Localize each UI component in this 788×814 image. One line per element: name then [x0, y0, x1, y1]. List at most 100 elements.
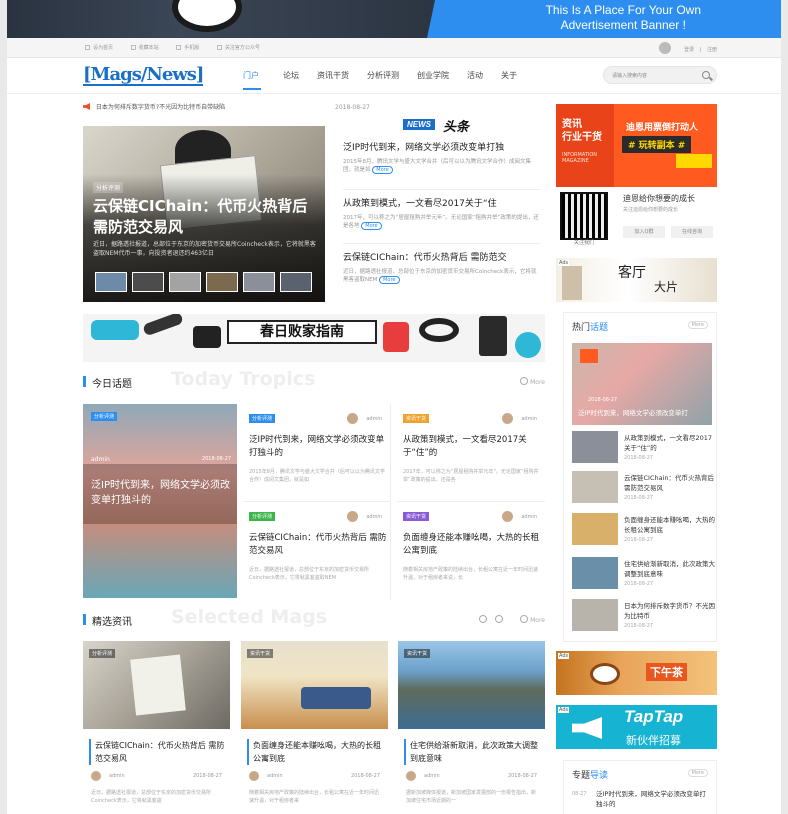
featured-card[interactable]: 资讯干货 住宅供给渐新取消，此次政策大调整到底意味 admin 2018-08-… — [398, 641, 545, 811]
search-input[interactable]: 请输入搜索内容 — [603, 66, 717, 84]
hero-slider[interactable]: 分析评测 云保链CIChain：代币火热背后 需防范交易风 近日，据路透社报道，… — [83, 126, 325, 302]
hot-item-thumb[interactable] — [572, 599, 618, 631]
featured-card[interactable]: 分析评测 云保链CIChain：代币火热背后 需防范交易风 admin 2018… — [83, 641, 230, 811]
user-avatar-icon[interactable] — [658, 42, 671, 54]
category-tag[interactable]: 分析评测 — [249, 512, 276, 521]
author-name[interactable]: admin — [521, 416, 537, 422]
author-name[interactable]: admin — [521, 514, 537, 520]
category-tag[interactable]: 资讯干货 — [403, 414, 430, 423]
slider-thumb[interactable] — [206, 272, 238, 292]
more-button[interactable]: More — [687, 321, 708, 329]
headline-item[interactable]: 从政策到模式，一文看尽2017关于“住 2017年，可以称之为“居屋租购并举元年… — [343, 196, 541, 230]
slider-thumb[interactable] — [132, 272, 164, 292]
slider-title[interactable]: 云保链CIChain：代币火热背后 需防范交易风 — [93, 196, 313, 238]
hot-item-thumb[interactable] — [572, 513, 618, 545]
hot-item-title[interactable]: 日本为何排斥数字货币？不光因为比特币 — [624, 601, 716, 621]
more-link[interactable]: More — [520, 377, 545, 386]
category-tag[interactable]: 资讯干货 — [404, 649, 431, 658]
mobile-link[interactable]: 手机版 — [176, 44, 199, 51]
sale-banner[interactable]: 春日败家指南 — [83, 314, 545, 362]
hot-item-title[interactable]: 云保链CIChain：代币火热背后 需防范交易风 — [624, 473, 716, 493]
nav-home[interactable]: 门户 — [243, 70, 259, 81]
more-button[interactable]: More — [361, 222, 382, 230]
more-button[interactable]: More — [372, 166, 393, 174]
hot-item[interactable]: 从政策到模式，一文看尽2017关于“住”的 2018-08-27 — [572, 431, 714, 465]
card-title[interactable]: 从政策到模式，一文看尽2017关于“住”的 — [403, 434, 541, 460]
more-button[interactable]: More — [687, 769, 708, 777]
slider-thumb[interactable] — [169, 272, 201, 292]
author-name[interactable]: admin — [267, 773, 283, 779]
card-title[interactable]: 负面缠身还能本赚吆喝，大热的长租公寓到底 — [403, 532, 541, 558]
feature-card-title[interactable]: 泛IP时代到来，网络文学必须改变单打独斗的 — [91, 478, 231, 508]
hot-item[interactable]: 云保链CIChain：代币火热背后 需防范交易风 2018-08-27 — [572, 471, 714, 505]
author-name[interactable]: admin — [424, 773, 440, 779]
wechat-follow-link[interactable]: 关注官方公众号 — [216, 44, 260, 51]
author-avatar[interactable] — [502, 413, 513, 424]
author-avatar[interactable] — [347, 511, 358, 522]
online-consult-button[interactable]: 在线咨询 — [671, 226, 713, 238]
hot-feature-title[interactable]: 泛IP时代到来，网络文学必须改变单打 — [578, 407, 688, 417]
headline-item[interactable]: 云保链CIChain：代币火热背后 需防范交 近日，据路透社报道，总部位于东京的… — [343, 250, 541, 284]
card-title[interactable]: 负面缠身还能本赚吆喝，大热的长租公寓到底 — [247, 739, 387, 765]
side-ad-taptap[interactable]: Ads TapTap 新伙伴招募 — [556, 705, 717, 749]
hot-item-thumb[interactable] — [572, 431, 618, 463]
nav-forum[interactable]: 论坛 — [283, 70, 299, 81]
hot-item-title[interactable]: 从政策到模式，一文看尽2017关于“住”的 — [624, 433, 716, 453]
author-avatar[interactable] — [502, 511, 513, 522]
login-link[interactable]: 登录 — [684, 46, 694, 53]
headline-item-title[interactable]: 从政策到模式，一文看尽2017关于“住 — [343, 196, 541, 209]
today-card[interactable]: 资讯干货 admin 负面缠身还能本赚吆喝，大热的长租公寓到底 随着相关房地产政… — [397, 502, 545, 600]
author-name[interactable]: admin — [91, 456, 110, 463]
slider-tag[interactable]: 分析评测 — [93, 182, 124, 193]
next-arrow-icon[interactable] — [495, 615, 503, 623]
author-name[interactable]: admin — [366, 416, 382, 422]
category-tag[interactable]: 资讯干货 — [247, 649, 274, 658]
hot-feature[interactable]: 2018-08-27 泛IP时代到来，网络文学必须改变单打 — [572, 343, 712, 425]
hot-item-title[interactable]: 负面缠身还能本赚吆喝，大热的长租公寓到底 — [624, 515, 716, 535]
headline-item-title[interactable]: 云保链CIChain：代币火热背后 需防范交 — [343, 250, 541, 263]
side-ad-orange[interactable]: 资讯 行业干货 INFORMATION MAGAZINE 迪恩用票倒打动人 # 玩… — [556, 104, 717, 187]
headline-item[interactable]: 泛IP时代到来，网络文学必须改变单打独 2015年8月，腾讯文学与盛大文学合并（… — [343, 140, 541, 174]
author-avatar[interactable] — [249, 771, 259, 781]
card-title[interactable]: 云保链CIChain：代币火热背后 需防范交易风 — [249, 532, 387, 558]
top-ad-banner[interactable]: This Is A Place For Your Own Advertiseme… — [7, 0, 781, 38]
category-tag[interactable]: 分析评测 — [89, 649, 116, 658]
category-tag[interactable]: 分析评测 — [249, 414, 276, 423]
prev-arrow-icon[interactable] — [479, 615, 487, 623]
register-link[interactable]: 注册 — [707, 46, 717, 53]
author-name[interactable]: admin — [109, 773, 125, 779]
slider-thumb[interactable] — [243, 272, 275, 292]
hot-item[interactable]: 负面缠身还能本赚吆喝，大热的长租公寓到底 2018-08-27 — [572, 513, 716, 547]
category-tag[interactable]: 资讯干货 — [403, 512, 430, 521]
hot-item-title[interactable]: 住宅供给渐新取消，此次政策大调整到底意味 — [624, 559, 716, 579]
nav-startup[interactable]: 创业学院 — [417, 70, 449, 81]
card-title[interactable]: 云保链CIChain：代币火热背后 需防范交易风 — [89, 739, 229, 765]
card-title[interactable]: 泛IP时代到来，网络文学必须改变单打独斗的 — [249, 434, 387, 460]
side-ad-living-room[interactable]: Ads 客厅 大片 — [556, 258, 717, 302]
more-link[interactable]: More — [520, 615, 545, 624]
hot-item-thumb[interactable] — [572, 471, 618, 503]
nav-about[interactable]: 关于 — [501, 70, 517, 81]
card-title[interactable]: 住宅供给渐新取消，此次政策大调整到底意味 — [404, 739, 544, 765]
today-card[interactable]: 分析评测 admin 泛IP时代到来，网络文学必须改变单打独斗的 2015年8月… — [243, 404, 391, 502]
headline-item-title[interactable]: 泛IP时代到来，网络文学必须改变单打独 — [343, 140, 541, 153]
slider-thumb[interactable] — [95, 272, 127, 292]
nav-news[interactable]: 资讯干货 — [317, 70, 349, 81]
join-qq-group-button[interactable]: 加入Q群 — [623, 226, 665, 238]
author-avatar[interactable] — [406, 771, 416, 781]
today-card[interactable]: 分析评测 admin 云保链CIChain：代币火热背后 需防范交易风 近日，据… — [243, 502, 391, 600]
nav-reviews[interactable]: 分析评测 — [367, 70, 399, 81]
author-avatar[interactable] — [91, 771, 101, 781]
category-tag[interactable]: 分析评测 — [91, 412, 118, 421]
set-home-link[interactable]: 设为首页 — [85, 44, 113, 51]
author-avatar[interactable] — [347, 413, 358, 424]
site-logo[interactable]: [Mags/News] — [83, 64, 204, 86]
notice-bar[interactable]: 日本为何排斥数字货币?不光因为比特币自带缺陷 — [83, 102, 253, 114]
more-button[interactable]: More — [379, 276, 400, 284]
featured-card[interactable]: 资讯干货 负面缠身还能本赚吆喝，大热的长租公寓到底 admin 2018-08-… — [241, 641, 388, 811]
nav-events[interactable]: 活动 — [467, 70, 483, 81]
slider-thumb[interactable] — [280, 272, 312, 292]
hot-item[interactable]: 日本为何排斥数字货币？不光因为比特币 2018-08-27 — [572, 599, 716, 633]
today-card[interactable]: 资讯干货 admin 从政策到模式，一文看尽2017关于“住”的 2017年，可… — [397, 404, 545, 502]
favorite-link[interactable]: 收藏本站 — [130, 44, 159, 51]
